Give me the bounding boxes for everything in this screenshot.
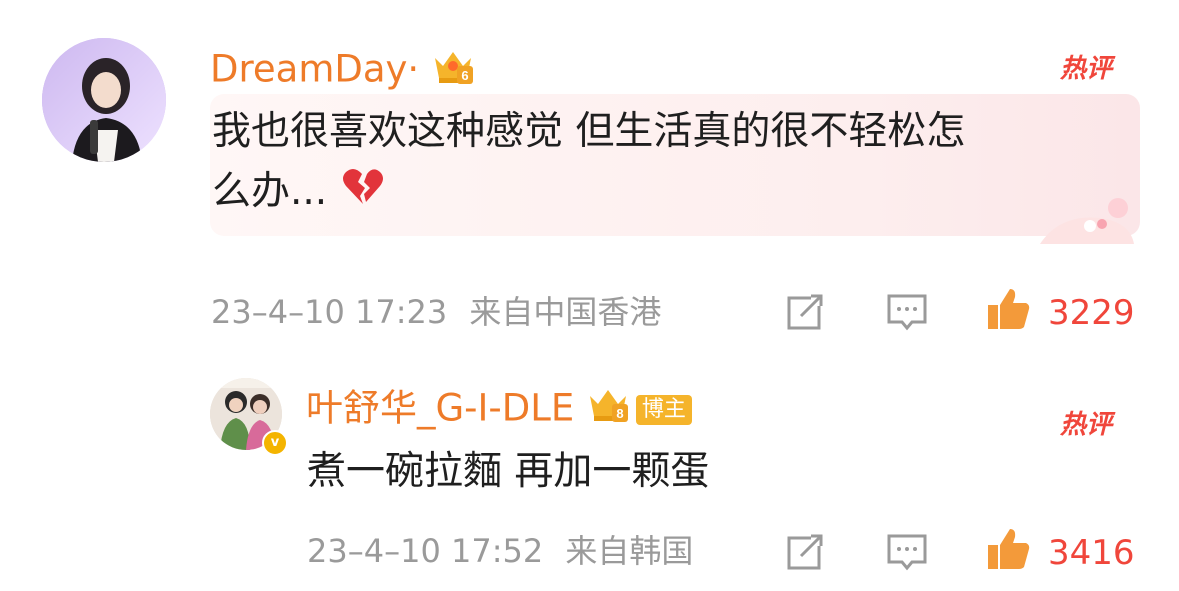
comment-location: 来自韩国 (565, 532, 694, 570)
user-level: 6 (461, 68, 468, 83)
comment-text-line: 么办... (212, 169, 328, 214)
comment-timestamp: 23–4–10 17:23 (211, 293, 448, 331)
user-level: 8 (616, 406, 623, 421)
like-count: 3229 (1048, 293, 1135, 333)
crown-level-icon: 6 (431, 46, 475, 96)
comment-icon[interactable] (886, 293, 928, 333)
like-icon[interactable] (986, 287, 1032, 333)
comment-username[interactable]: 叶舒华_G-I-DLE (306, 387, 574, 430)
comment-timestamp: 23–4–10 17:52 (307, 532, 544, 570)
hot-comment-label: 热评 (1060, 410, 1113, 440)
comment-username[interactable]: DreamDay· (210, 48, 419, 91)
cat-decoration-icon (1040, 198, 1134, 244)
like-count: 3416 (1048, 533, 1135, 573)
comment-text: 煮一碗拉麵 再加一颗蛋 (307, 449, 710, 494)
broken-heart-icon (340, 164, 386, 224)
blogger-badge: 博主 (635, 395, 692, 425)
like-icon[interactable] (986, 527, 1032, 573)
crown-level-icon: 8 (586, 386, 630, 434)
comment-text-line: 我也很喜欢这种感觉 但生活真的很不轻松怎 (212, 109, 966, 154)
verified-icon: v (262, 430, 288, 456)
comment-location: 来自中国香港 (469, 293, 662, 331)
repost-icon[interactable] (785, 292, 825, 332)
repost-icon[interactable] (785, 532, 825, 572)
comment-icon[interactable] (886, 533, 928, 573)
avatar[interactable] (42, 38, 166, 162)
hot-comment-label: 热评 (1060, 54, 1113, 84)
avatar-image (42, 38, 166, 162)
